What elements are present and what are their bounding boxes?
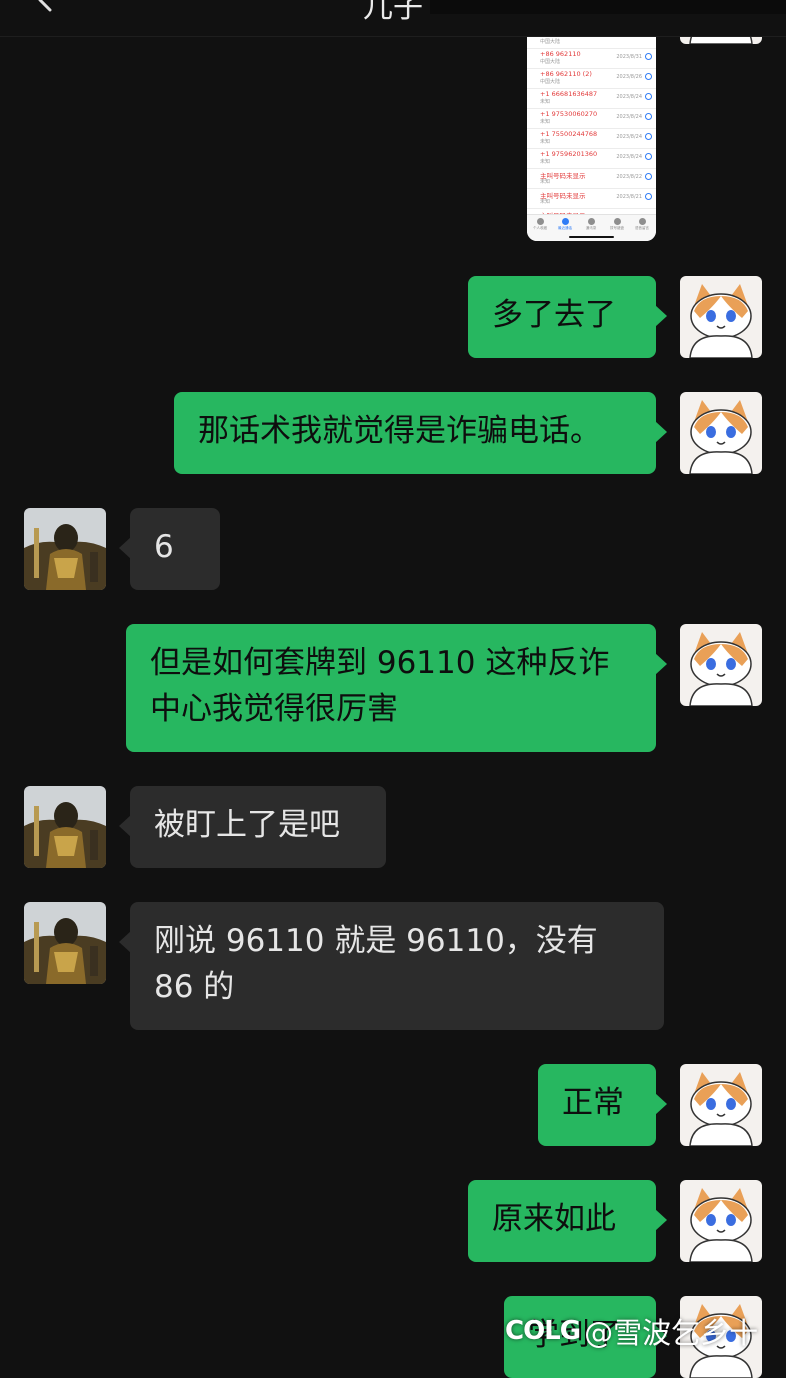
avatar-contact[interactable]: [24, 786, 106, 868]
call-date: 2023/8/22: [616, 174, 642, 180]
chat-header: 儿子: [0, 0, 786, 37]
star-icon: [536, 218, 544, 225]
cat-avatar-icon: [680, 624, 762, 706]
call-date: 2023/8/24: [616, 154, 642, 160]
voicemail-icon: [638, 218, 646, 225]
call-row: +1 97596201360 未知 2023/8/24: [527, 148, 656, 169]
home-indicator: [569, 236, 614, 238]
call-date: 2023/8/26: [616, 74, 642, 80]
message-bubble-received[interactable]: 刚说 96110 就是 96110，没有 86 的: [119, 902, 664, 1030]
call-location: 未知: [540, 159, 551, 165]
info-icon: [645, 93, 652, 100]
message-bubble-sent[interactable]: 但是如何套牌到 96110 这种反诈中心我觉得很厉害: [126, 624, 667, 752]
message-text: 那话术我就觉得是诈骗电话。: [198, 413, 601, 449]
avatar-me[interactable]: [680, 1064, 762, 1146]
call-row: +86 962110 (2) 中国大陆 2023/8/26: [527, 68, 656, 89]
info-icon: [645, 53, 652, 60]
tab-favorites: 个人收藏: [530, 218, 550, 231]
call-number: +1 97530060270: [540, 110, 598, 118]
message-text: 原来如此: [492, 1201, 616, 1237]
call-date: 2023/8/21: [616, 194, 642, 200]
call-row: +1 75500244768 未知 2023/8/24: [527, 128, 656, 149]
avatar-contact[interactable]: [24, 902, 106, 984]
call-row: 主叫号码未显示 未知 2023/8/22: [527, 168, 656, 189]
call-location: 未知: [540, 119, 551, 125]
message-bubble-sent[interactable]: 正常: [538, 1064, 667, 1146]
person-icon: [587, 218, 595, 225]
avatar-me[interactable]: [680, 624, 762, 706]
warrior-avatar-icon: [24, 786, 106, 868]
call-date: 2023/8/24: [616, 94, 642, 100]
cat-avatar-icon: [680, 1064, 762, 1146]
call-location: 未知: [540, 99, 551, 105]
call-location: 未知: [540, 139, 551, 145]
watermark-text: @雪波乞乡十: [584, 1316, 759, 1350]
message-bubble-sent[interactable]: 原来如此: [468, 1180, 667, 1262]
call-date: 2023/8/24: [616, 134, 642, 140]
call-log-screenshot[interactable]: 中国大陆 +86 962110 中国大陆 2023/8/31 +86 96211…: [527, 36, 656, 241]
message-bubble-sent[interactable]: 多了去了: [468, 276, 667, 358]
message-text: 正常: [562, 1085, 624, 1121]
watermark: COLG @雪波乞乡十: [505, 1311, 758, 1351]
info-icon: [645, 153, 652, 160]
call-location: 未知: [540, 179, 551, 185]
message-text: 被盯上了是吧: [154, 807, 340, 843]
call-row: +1 97530060270 未知 2023/8/24: [527, 108, 656, 129]
call-location: 中国大陆: [540, 59, 561, 65]
tab-keypad: 拨号键盘: [607, 218, 627, 231]
avatar-me[interactable]: [680, 1180, 762, 1262]
info-icon: [645, 113, 652, 120]
phone-tab-bar: 个人收藏 最近通话 通讯录 拨号键盘 语音留言: [527, 214, 656, 241]
clock-icon: [561, 218, 569, 225]
message-bubble-received[interactable]: 被盯上了是吧: [119, 786, 386, 868]
info-icon: [645, 173, 652, 180]
avatar-me[interactable]: [680, 276, 762, 358]
keypad-icon: [613, 218, 621, 225]
call-location: 未知: [540, 199, 551, 205]
message-bubble-received[interactable]: 6: [119, 508, 220, 590]
warrior-avatar-icon: [24, 508, 106, 590]
cat-avatar-icon: [680, 1180, 762, 1262]
call-row: +86 962110 中国大陆 2023/8/31: [527, 48, 656, 69]
cat-avatar-icon: [680, 276, 762, 358]
info-icon: [645, 73, 652, 80]
call-number: +1 97596201360: [540, 150, 598, 158]
call-row: +1 66681636487 未知 2023/8/24: [527, 88, 656, 109]
tab-recents: 最近通话: [555, 218, 575, 231]
message-text: 刚说 96110 就是 96110，没有 86 的: [154, 923, 598, 1005]
tab-contacts: 通讯录: [581, 218, 601, 231]
message-text: 6: [154, 529, 174, 565]
chat-title: 儿子: [363, 0, 423, 25]
cat-avatar-icon: [680, 392, 762, 474]
call-date: 2023/8/31: [616, 54, 642, 60]
message-text: 多了去了: [492, 297, 616, 333]
call-number: +1 75500244768: [540, 130, 598, 138]
call-number: +1 66681636487: [540, 90, 598, 98]
tab-voicemail: 语音留言: [632, 218, 652, 231]
call-number: +86 962110: [540, 50, 581, 58]
call-location: 中国大陆: [540, 79, 561, 85]
warrior-avatar-icon: [24, 902, 106, 984]
info-icon: [645, 193, 652, 200]
avatar-contact[interactable]: [24, 508, 106, 590]
call-location: 中国大陆: [540, 39, 561, 45]
info-icon: [645, 133, 652, 140]
message-bubble-sent[interactable]: 那话术我就觉得是诈骗电话。: [174, 392, 667, 474]
colg-logo: COLG: [505, 1316, 581, 1346]
call-date: 2023/8/24: [616, 114, 642, 120]
call-number: +86 962110 (2): [540, 70, 592, 78]
message-text: 但是如何套牌到 96110 这种反诈中心我觉得很厉害: [150, 645, 610, 727]
call-row: 主叫号码未显示 未知 2023/8/21: [527, 188, 656, 209]
avatar-me[interactable]: [680, 392, 762, 474]
